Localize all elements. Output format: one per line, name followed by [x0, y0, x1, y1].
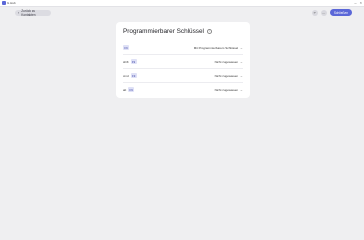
minimize-icon[interactable]: – — [354, 0, 356, 6]
shortcut-action[interactable]: Nicht zugewiesen → — [215, 74, 243, 78]
shortcut-row[interactable]: cmd F9 Nicht zugewiesen → — [123, 71, 243, 80]
key-cap: F9 — [123, 45, 129, 50]
modifier-label: alt — [123, 87, 127, 92]
key-cap: F9 — [130, 73, 137, 78]
app-title: G Hub — [7, 1, 16, 5]
key-combo: alt F9 — [123, 87, 135, 92]
title-bar: G Hub – × — [0, 0, 364, 7]
back-button[interactable]: ‹ Zurück zu Kontakten — [15, 9, 51, 17]
key-combo: cmd F9 — [123, 73, 137, 78]
key-combo: F9 — [123, 45, 129, 50]
close-button-label: Schließen — [333, 10, 348, 15]
shortcut-action[interactable]: Mit Programmierbarem Schlüssel → — [194, 46, 243, 50]
header-actions: ↶ ⋯ Schließen — [311, 9, 352, 16]
close-button[interactable]: Schließen — [329, 9, 352, 16]
divider — [123, 54, 243, 55]
key-cap: F9 — [130, 59, 137, 64]
window-controls: – × — [354, 0, 362, 6]
app-logo-icon — [2, 1, 6, 5]
key-cap: F9 — [128, 87, 135, 92]
shortcut-row[interactable]: alt F9 Nicht zugewiesen → — [123, 85, 243, 94]
shortcut-action-label: Nicht zugewiesen — [214, 59, 239, 64]
modifier-label: shift — [123, 59, 129, 64]
more-icon[interactable]: ⋯ — [320, 9, 327, 16]
arrow-right-icon: → — [239, 87, 243, 92]
shortcut-action[interactable]: Nicht zugewiesen → — [215, 60, 243, 64]
shortcut-action-label: Nicht zugewiesen — [214, 87, 239, 92]
divider — [123, 68, 243, 69]
arrow-right-icon: → — [239, 45, 243, 50]
arrow-right-icon: → — [239, 59, 243, 64]
divider — [123, 82, 243, 83]
close-icon[interactable]: × — [360, 0, 362, 6]
shortcut-action-label: Mit Programmierbarem Schlüssel — [193, 45, 239, 50]
undo-icon[interactable]: ↶ — [311, 9, 318, 16]
modifier-label: cmd — [123, 73, 129, 78]
info-icon[interactable]: i — [206, 28, 213, 35]
shortcut-card: Programmierbarer Schlüssel i F9 Mit Prog… — [116, 22, 250, 98]
key-combo: shift F9 — [123, 59, 137, 64]
back-button-label: Zurück zu Kontakten — [21, 9, 36, 17]
page-title-text: Programmierbarer Schlüssel — [123, 28, 204, 35]
chevron-left-icon: ‹ — [18, 11, 20, 15]
page-title: Programmierbarer Schlüssel i — [123, 28, 213, 35]
arrow-right-icon: → — [239, 73, 243, 78]
shortcut-action[interactable]: Nicht zugewiesen → — [215, 88, 243, 92]
shortcut-row[interactable]: F9 Mit Programmierbarem Schlüssel → — [123, 43, 243, 52]
shortcut-row[interactable]: shift F9 Nicht zugewiesen → — [123, 57, 243, 66]
shortcut-action-label: Nicht zugewiesen — [214, 73, 239, 78]
